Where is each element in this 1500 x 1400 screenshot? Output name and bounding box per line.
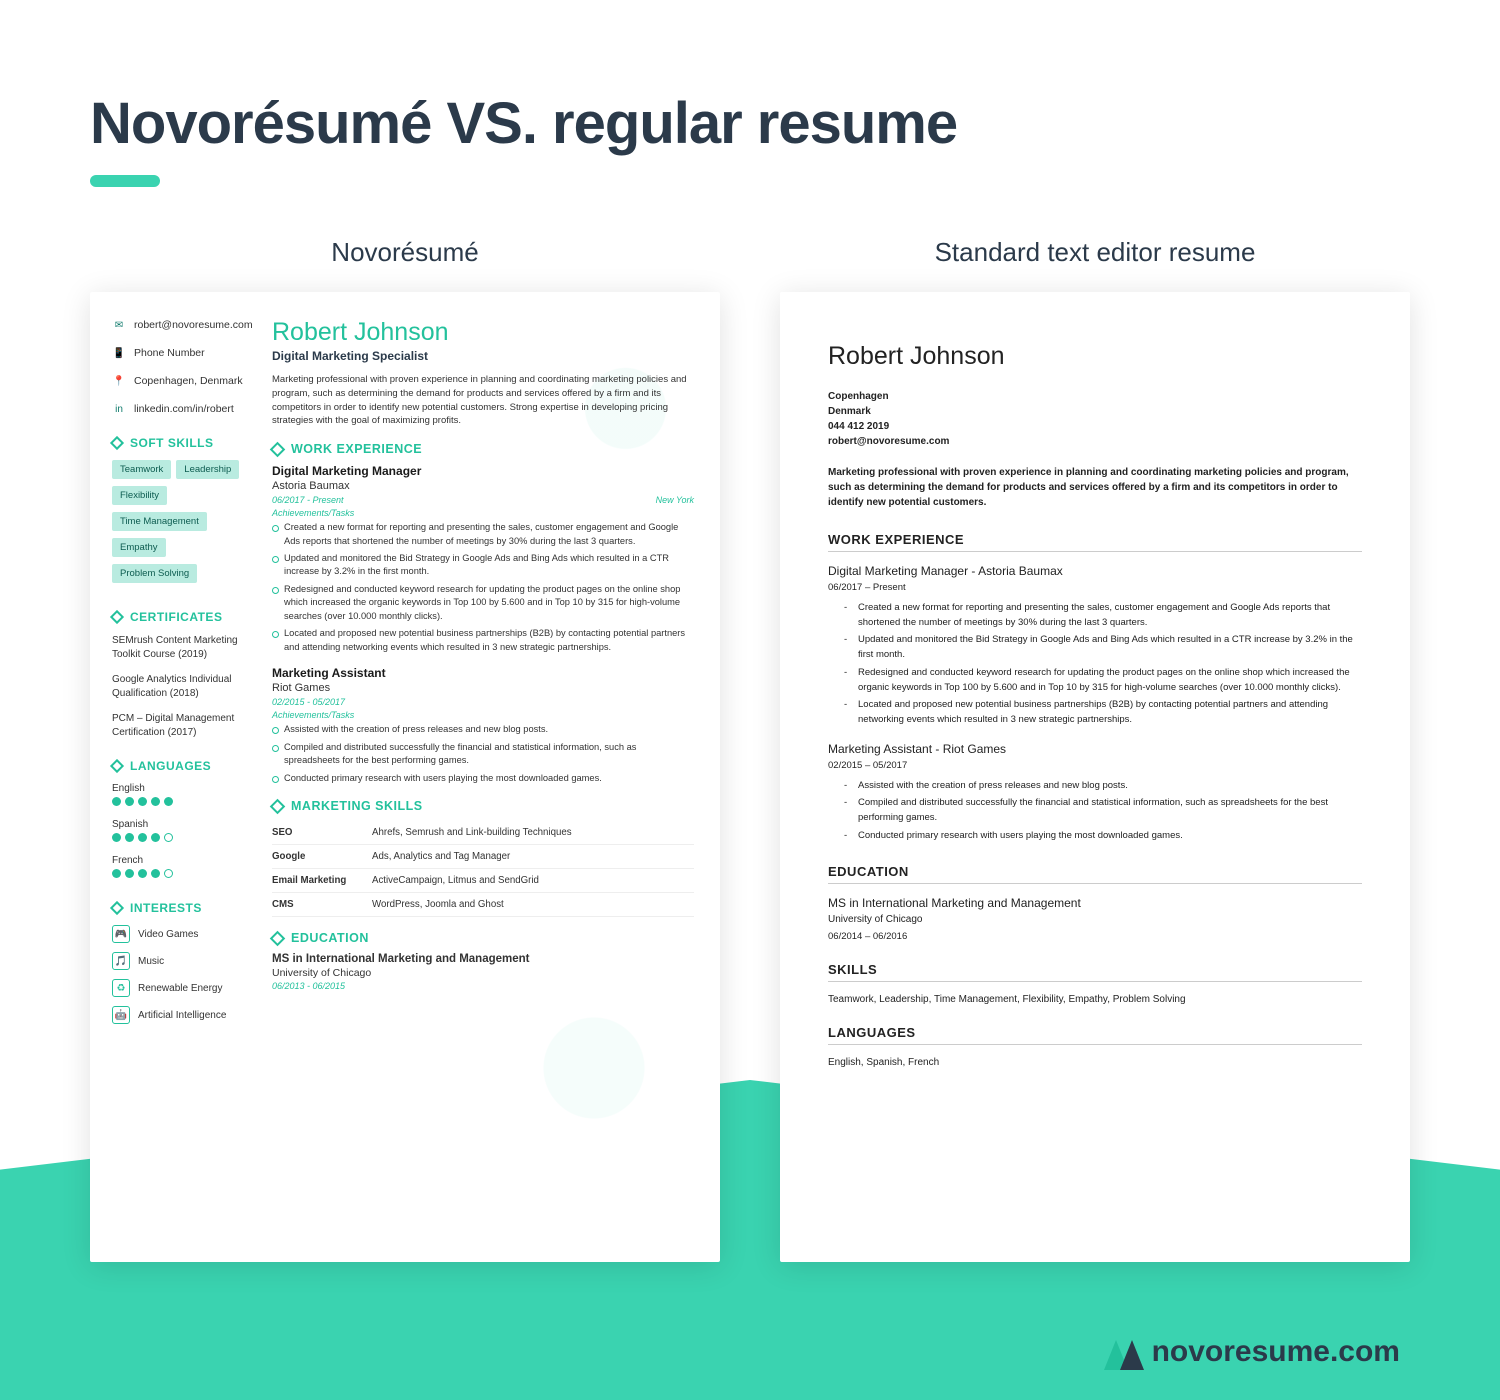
std-skills-heading: SKILLS — [828, 962, 1362, 982]
std-summary: Marketing professional with proven exper… — [828, 465, 1362, 510]
interest-item: ♻Renewable Energy — [112, 979, 256, 997]
language-item: English — [112, 783, 256, 809]
std-job-bullet: Assisted with the creation of press rele… — [858, 779, 1362, 794]
marketing-skills-heading: MARKETING SKILLS — [272, 799, 694, 813]
job-bullet: Created a new format for reporting and p… — [272, 521, 694, 548]
interests-heading: INTERESTS — [112, 901, 256, 915]
certificates-heading: CERTIFICATES — [112, 610, 256, 624]
job-bullet: Located and proposed new potential busin… — [272, 627, 694, 654]
language-item: Spanish — [112, 819, 256, 845]
accent-bar — [90, 175, 160, 187]
job-bullet: Conducted primary research with users pl… — [272, 772, 694, 785]
std-job-block: Digital Marketing Manager - Astoria Baum… — [828, 564, 1362, 728]
std-education-heading: EDUCATION — [828, 864, 1362, 884]
std-contact-info: CopenhagenDenmark044 412 2019robert@novo… — [828, 389, 1362, 449]
standard-card: Robert Johnson CopenhagenDenmark044 412 … — [780, 292, 1410, 1262]
resume-name: Robert Johnson — [272, 318, 694, 347]
education-dates: 06/2013 - 06/2015 — [272, 981, 694, 991]
std-job-block: Marketing Assistant - Riot Games02/2015 … — [828, 742, 1362, 844]
std-job-bullet: Conducted primary research with users pl… — [858, 829, 1362, 844]
skill-tag: Empathy — [112, 538, 166, 557]
std-skills-text: Teamwork, Leadership, Time Management, F… — [828, 994, 1362, 1005]
education-school: University of Chicago — [272, 967, 694, 979]
mail-icon: ✉ — [112, 318, 126, 332]
std-edu-degree: MS in International Marketing and Manage… — [828, 896, 1362, 910]
std-name: Robert Johnson — [828, 342, 1362, 371]
certificate-item: Google Analytics Individual Qualificatio… — [112, 673, 256, 700]
phone-icon: 📱 — [112, 346, 126, 360]
skill-tag: Flexibility — [112, 486, 167, 505]
job-bullet: Updated and monitored the Bid Strategy i… — [272, 552, 694, 579]
std-languages-heading: LANGUAGES — [828, 1025, 1362, 1045]
skill-tag: Time Management — [112, 512, 207, 531]
page-title: Novorésumé VS. regular resume — [90, 90, 1410, 157]
contact-email: ✉ robert@novoresume.com — [112, 318, 256, 332]
job-bullet: Assisted with the creation of press rele… — [272, 723, 694, 736]
education-heading: EDUCATION — [272, 931, 694, 945]
brand-text: novoresume.com — [1152, 1335, 1400, 1369]
contact-location: 📍 Copenhagen, Denmark — [112, 374, 256, 388]
std-job-bullet: Updated and monitored the Bid Strategy i… — [858, 633, 1362, 662]
contact-location-text: Copenhagen, Denmark — [134, 375, 243, 387]
marketing-skill-row: Email MarketingActiveCampaign, Litmus an… — [272, 869, 694, 893]
std-job-bullet: Compiled and distributed successfully th… — [858, 796, 1362, 825]
education-degree: MS in International Marketing and Manage… — [272, 953, 694, 965]
contact-linkedin: in linkedin.com/in/robert — [112, 402, 256, 416]
skill-tag: Teamwork — [112, 460, 171, 479]
linkedin-icon: in — [112, 402, 126, 416]
job-bullet: Compiled and distributed successfully th… — [272, 741, 694, 768]
marketing-skill-row: GoogleAds, Analytics and Tag Manager — [272, 845, 694, 869]
novoresume-card: ✉ robert@novoresume.com 📱 Phone Number 📍 Co… — [90, 292, 720, 1262]
job-block: Marketing AssistantRiot Games02/2015 - 0… — [272, 666, 694, 785]
interest-icon: 🎮 — [112, 925, 130, 943]
resume-summary: Marketing professional with proven exper… — [272, 373, 694, 428]
skill-tag: Leadership — [176, 460, 239, 479]
contact-email-text: robert@novoresume.com — [134, 319, 253, 331]
work-experience-heading: WORK EXPERIENCE — [272, 442, 694, 456]
interest-item: 🎵Music — [112, 952, 256, 970]
certificate-item: SEMrush Content Marketing Toolkit Course… — [112, 634, 256, 661]
resume-title: Digital Marketing Specialist — [272, 349, 694, 363]
std-languages-text: English, Spanish, French — [828, 1057, 1362, 1068]
std-job-bullet: Created a new format for reporting and p… — [858, 601, 1362, 630]
certificate-item: PCM – Digital Management Certification (… — [112, 712, 256, 739]
logo-icon — [1106, 1334, 1142, 1370]
contact-phone: 📱 Phone Number — [112, 346, 256, 360]
interest-icon: 🤖 — [112, 1006, 130, 1024]
std-job-bullet: Redesigned and conducted keyword researc… — [858, 666, 1362, 695]
skill-tag: Problem Solving — [112, 564, 197, 583]
right-column-title: Standard text editor resume — [780, 237, 1410, 268]
std-edu-dates: 06/2014 – 06/2016 — [828, 931, 1362, 942]
location-icon: 📍 — [112, 374, 126, 388]
languages-heading: LANGUAGES — [112, 759, 256, 773]
soft-skills-heading: SOFT SKILLS — [112, 436, 256, 450]
brand-logo: novoresume.com — [1106, 1334, 1400, 1370]
language-item: French — [112, 855, 256, 881]
marketing-skill-row: SEOAhrefs, Semrush and Link-building Tec… — [272, 821, 694, 845]
marketing-skill-row: CMSWordPress, Joomla and Ghost — [272, 893, 694, 917]
std-edu-school: University of Chicago — [828, 914, 1362, 925]
left-column-title: Novorésumé — [90, 237, 720, 268]
contact-linkedin-text: linkedin.com/in/robert — [134, 403, 234, 415]
interest-icon: ♻ — [112, 979, 130, 997]
job-block: Digital Marketing ManagerAstoria Baumax0… — [272, 464, 694, 654]
interest-item: 🤖Artificial Intelligence — [112, 1006, 256, 1024]
std-work-heading: WORK EXPERIENCE — [828, 532, 1362, 552]
soft-skills-tags: Teamwork Leadership Flexibility Time Manage… — [112, 460, 256, 590]
contact-phone-text: Phone Number — [134, 347, 205, 359]
interest-icon: 🎵 — [112, 952, 130, 970]
job-bullet: Redesigned and conducted keyword researc… — [272, 583, 694, 623]
std-job-bullet: Located and proposed new potential busin… — [858, 698, 1362, 727]
interest-item: 🎮Video Games — [112, 925, 256, 943]
